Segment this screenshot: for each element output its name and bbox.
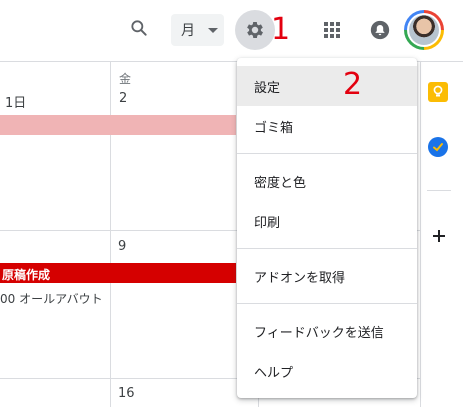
chevron-down-icon — [208, 28, 218, 33]
menu-divider — [237, 248, 417, 249]
plus-icon[interactable] — [428, 225, 450, 247]
timed-event[interactable]: 00 オールアバウト — [0, 290, 103, 307]
menu-item-get-addons[interactable]: アドオンを取得 — [237, 256, 417, 296]
keep-icon[interactable] — [428, 82, 448, 102]
menu-item-help[interactable]: ヘルプ — [237, 351, 417, 391]
view-selector[interactable]: 月 — [171, 14, 224, 46]
view-selector-label: 月 — [181, 23, 195, 39]
settings-menu: 設定 ゴミ箱 密度と色 印刷 アドオンを取得 フィードバックを送信 ヘルプ — [237, 58, 417, 398]
menu-divider — [237, 303, 417, 304]
gear-icon — [247, 22, 263, 38]
search-button[interactable] — [125, 14, 153, 42]
menu-item-label: 密度と色 — [254, 175, 307, 191]
lightbulb-icon — [433, 85, 443, 97]
search-icon — [131, 20, 147, 36]
side-panel — [420, 62, 463, 407]
menu-item-send-feedback[interactable]: フィードバックを送信 — [237, 311, 417, 351]
menu-divider — [237, 153, 417, 154]
apps-grid-icon — [324, 22, 340, 38]
menu-item-label: 設定 — [254, 80, 281, 96]
date-cell-label[interactable]: 1日 — [5, 92, 26, 111]
day-of-week-label: 金 — [119, 72, 132, 86]
event-title: 原稿作成 — [2, 268, 51, 282]
tasks-icon[interactable] — [428, 137, 448, 157]
annotation-2: 2 — [343, 67, 363, 102]
apps-button[interactable] — [318, 16, 346, 44]
menu-item-label: 印刷 — [254, 215, 281, 231]
menu-item-label: ヘルプ — [254, 365, 294, 381]
side-panel-divider — [427, 190, 451, 191]
grid-column-divider — [110, 62, 111, 407]
menu-item-trash[interactable]: ゴミ箱 — [237, 106, 417, 146]
check-pencil-icon — [433, 143, 443, 152]
menu-item-print[interactable]: 印刷 — [237, 201, 417, 241]
date-cell-label[interactable]: 9 — [118, 239, 126, 254]
menu-item-label: アドオンを取得 — [254, 270, 346, 286]
top-bar: 月 1 — [0, 0, 463, 62]
avatar-photo — [409, 15, 439, 45]
bell-icon — [370, 20, 390, 40]
annotation-1: 1 — [271, 12, 291, 47]
date-cell-label[interactable]: 2 — [119, 91, 127, 106]
avatar[interactable] — [404, 10, 444, 50]
notifications-button[interactable] — [366, 16, 394, 44]
settings-button[interactable] — [235, 10, 275, 50]
date-cell-label[interactable]: 16 — [118, 386, 135, 401]
menu-item-density-and-color[interactable]: 密度と色 — [237, 161, 417, 201]
menu-item-label: フィードバックを送信 — [254, 325, 384, 341]
avatar-inner — [407, 13, 441, 47]
menu-item-settings[interactable]: 設定 — [237, 66, 417, 106]
menu-item-label: ゴミ箱 — [254, 120, 294, 136]
all-day-event-red[interactable]: 原稿作成 — [0, 263, 236, 283]
all-day-event-pink[interactable] — [0, 115, 236, 135]
